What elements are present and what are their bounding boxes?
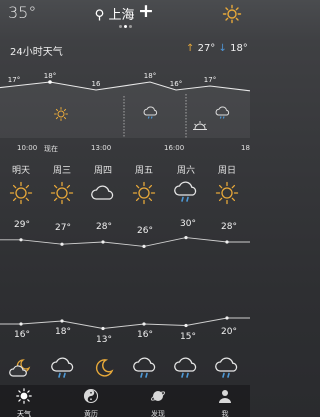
yin-yang-icon (83, 388, 99, 404)
week-low-point (142, 322, 146, 326)
week-low-point (19, 322, 23, 326)
week-high-line (0, 237, 250, 247)
sun-icon (16, 388, 32, 404)
week-high-point (225, 240, 229, 244)
week-high-point (142, 244, 146, 248)
rain-icon (215, 357, 238, 378)
nav-label: 发现 (151, 410, 165, 417)
day-name: 周四 (93, 166, 112, 176)
nav-tab-weather[interactable]: 天气 (4, 385, 44, 417)
day-name: 明天 (11, 166, 30, 176)
hourly-now-marker (48, 80, 52, 84)
week-low-point (225, 316, 229, 320)
week-low-line (0, 317, 250, 329)
page-indicator (0, 25, 250, 28)
sun-icon (215, 181, 239, 205)
rain-icon (51, 357, 74, 378)
hourly-temp-label: 17° (204, 76, 216, 84)
rain-icon (133, 357, 156, 378)
day-high-temp: 27° (55, 223, 71, 233)
city-selector[interactable]: 上海 (0, 4, 250, 23)
day-high-temp: 30° (180, 219, 196, 229)
page-dot (118, 25, 122, 28)
sun-icon (132, 181, 156, 205)
arrow-up-icon: ↑ (186, 43, 195, 54)
arrow-down-icon: ↓ (218, 43, 227, 54)
nav-label: 黄历 (84, 410, 98, 417)
week-low-point (101, 326, 105, 331)
sun-icon (9, 181, 33, 205)
nav-tab-discover[interactable]: 发现 (138, 385, 178, 417)
day-high-temp: 26° (137, 226, 153, 236)
hourly-range: ↑ 27° ↓ 18° (186, 43, 248, 54)
week-high-point (101, 240, 105, 244)
hourly-title: 24小时天气 (10, 47, 63, 58)
day-low-temp: 20° (221, 327, 237, 337)
nav-tab-me[interactable]: 我 (205, 385, 245, 417)
hourly-temp-label: 16 (92, 80, 101, 88)
week-high-point (60, 242, 64, 246)
day-low-temp: 16° (137, 330, 153, 340)
location-pin-icon (95, 8, 108, 23)
nav-label: 天气 (17, 410, 31, 417)
hourly-low: 18° (230, 43, 248, 54)
bottom-nav: 天气 黄历 发现 我 (0, 385, 250, 417)
day-low-temp: 18° (55, 327, 71, 337)
day-name: 周六 (176, 166, 195, 176)
hour-label: 10:00 (17, 144, 38, 152)
day-high-temp: 29° (14, 220, 30, 230)
day-low-temp: 16° (14, 330, 30, 340)
moon-cloud-icon (9, 359, 31, 377)
week-high-point (184, 236, 188, 240)
day-low-temp: 13° (96, 335, 112, 345)
hourly-chart: 17° 18° 16 18° 16° 17° (0, 72, 250, 138)
hourly-area (0, 82, 250, 138)
page-dot (128, 25, 132, 28)
day-name: 周三 (52, 166, 71, 176)
week-temp-chart (0, 236, 250, 331)
hour-label: 13:00 (91, 144, 112, 152)
hourly-high: 27° (197, 43, 216, 54)
hour-label-now: 现在 (44, 145, 58, 153)
hour-label: 18 (241, 144, 250, 152)
moon-icon (95, 359, 114, 377)
day-name: 周五 (134, 166, 153, 176)
week-low-point (184, 323, 188, 328)
user-icon (219, 390, 231, 403)
planet-icon (150, 391, 166, 401)
city-name: 上海 (108, 8, 135, 23)
day-high-temp: 28° (96, 222, 112, 232)
week-low-point (60, 319, 64, 323)
week-high-point (19, 238, 23, 242)
add-city-button[interactable]: + (138, 2, 154, 21)
hour-label: 16:00 (164, 144, 185, 152)
hourly-temp-label: 18° (44, 72, 56, 80)
hourly-temp-label: 16° (170, 80, 182, 88)
sun-icon[interactable] (222, 4, 242, 28)
hourly-temp-label: 17° (8, 76, 20, 84)
day-name: 周日 (217, 166, 236, 176)
nav-tab-almanac[interactable]: 黄历 (71, 385, 111, 417)
cloud-icon (91, 185, 114, 200)
hourly-temp-label: 18° (144, 72, 156, 80)
rain-icon (174, 181, 197, 202)
day-low-temp: 15° (180, 332, 196, 342)
page-dot (123, 25, 127, 28)
sun-icon (50, 181, 74, 205)
rain-icon (174, 357, 197, 378)
nav-label: 我 (221, 410, 229, 417)
day-high-temp: 28° (221, 222, 237, 232)
